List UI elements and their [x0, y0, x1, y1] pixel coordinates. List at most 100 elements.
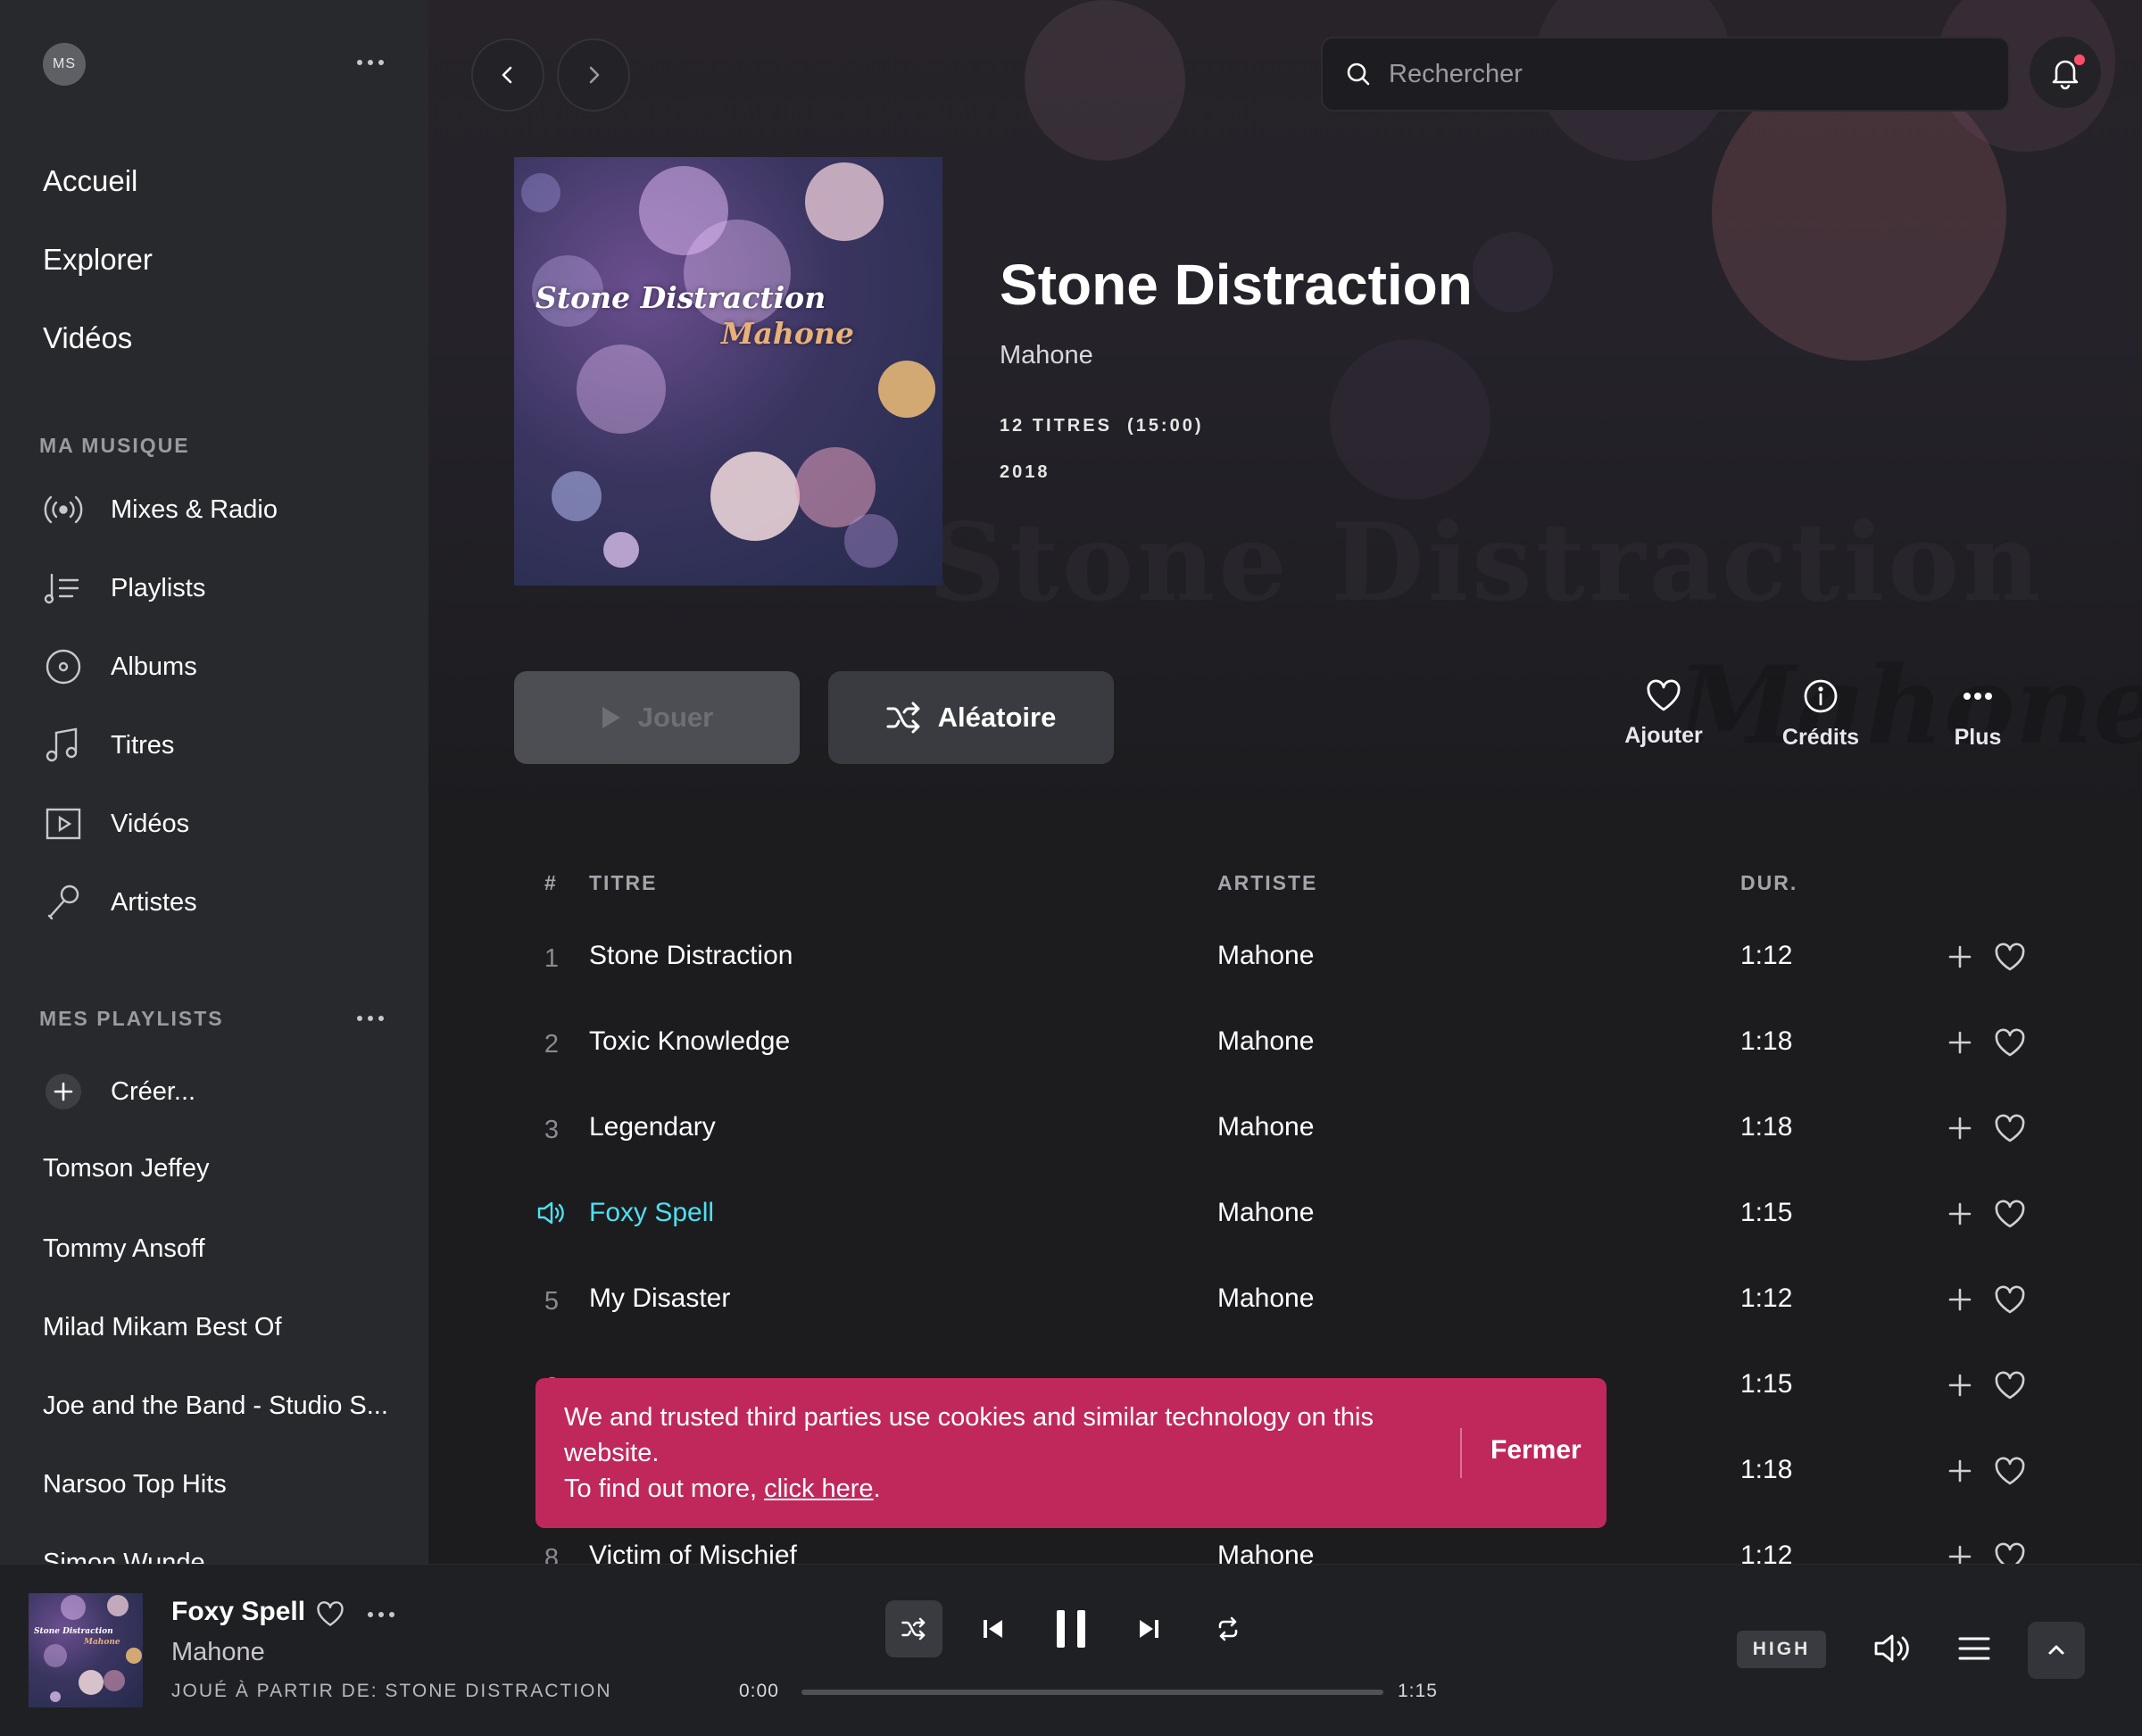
- playlists-more-icon[interactable]: [357, 1016, 384, 1021]
- playlist-item[interactable]: Tommy Ansoff: [43, 1234, 205, 1264]
- volume-button[interactable]: [1864, 1620, 1921, 1677]
- repeat-button[interactable]: [1200, 1600, 1257, 1657]
- add-track-icon[interactable]: [1942, 1110, 1978, 1146]
- cookie-text-line1: We and trusted third parties use cookies…: [564, 1403, 1374, 1467]
- add-track-icon[interactable]: [1942, 1196, 1978, 1232]
- track-artist[interactable]: Mahone: [1217, 1198, 1314, 1228]
- queue-list-icon: [1958, 1635, 1990, 1662]
- search-bar[interactable]: [1321, 37, 2010, 112]
- forward-button[interactable]: [557, 38, 630, 112]
- add-track-icon[interactable]: [1942, 1367, 1978, 1403]
- credits-button[interactable]: Crédits: [1758, 678, 1883, 751]
- now-playing-more-icon[interactable]: [368, 1612, 394, 1617]
- pause-button[interactable]: [1042, 1600, 1100, 1657]
- notifications-button[interactable]: [2030, 37, 2101, 108]
- track-row[interactable]: 3 Legendary Mahone 1:18: [514, 1085, 2049, 1171]
- sidebar-item-albums[interactable]: Albums: [43, 641, 400, 693]
- progress-bar[interactable]: [801, 1690, 1383, 1695]
- add-track-icon[interactable]: [1942, 1453, 1978, 1489]
- expand-player-button[interactable]: [2028, 1622, 2085, 1679]
- now-playing-heart-icon[interactable]: [316, 1600, 345, 1627]
- track-number: 5: [544, 1287, 560, 1316]
- favorite-track-icon[interactable]: [1992, 939, 2028, 975]
- track-row[interactable]: Foxy Spell Mahone 1:15: [514, 1171, 2049, 1257]
- now-playing-artist[interactable]: Mahone: [171, 1638, 265, 1667]
- chevron-right-icon: [580, 62, 607, 88]
- ghost-album-artist: Mahone: [1678, 643, 2142, 768]
- queue-button[interactable]: [1946, 1620, 2003, 1677]
- cookie-close-button[interactable]: Fermer: [1490, 1435, 1582, 1466]
- track-title[interactable]: Foxy Spell: [589, 1198, 714, 1228]
- track-row[interactable]: 1 Stone Distraction Mahone 1:12: [514, 914, 2049, 1000]
- favorite-track-icon[interactable]: [1992, 1110, 2028, 1146]
- bokeh-decoration: [1025, 0, 1185, 161]
- sidebar-item-label: Playlists: [111, 573, 206, 602]
- shuffle-button[interactable]: Aléatoire: [828, 671, 1114, 764]
- sidebar-item-playlists[interactable]: Playlists: [43, 562, 400, 614]
- create-playlist-button[interactable]: Créer...: [43, 1066, 400, 1117]
- add-track-icon[interactable]: [1942, 939, 1978, 975]
- previous-button[interactable]: [964, 1600, 1021, 1657]
- favorite-track-icon[interactable]: [1992, 1453, 2028, 1489]
- track-title[interactable]: My Disaster: [589, 1283, 730, 1314]
- shuffle-icon: [901, 1617, 926, 1640]
- album-cover[interactable]: Stone Distraction Mahone: [514, 157, 942, 586]
- track-title[interactable]: Legendary: [589, 1112, 716, 1142]
- track-artist[interactable]: Mahone: [1217, 941, 1314, 971]
- next-button[interactable]: [1121, 1600, 1178, 1657]
- favorite-track-icon[interactable]: [1992, 1025, 2028, 1060]
- playlist-item[interactable]: Simon Wunde...: [43, 1549, 227, 1564]
- track-artist[interactable]: Mahone: [1217, 1112, 1314, 1142]
- track-row[interactable]: 2 Toxic Knowledge Mahone 1:18: [514, 1000, 2049, 1085]
- sidebar-item-artists[interactable]: Artistes: [43, 876, 400, 928]
- sidebar-item-tracks[interactable]: Titres: [43, 719, 400, 771]
- nav-home[interactable]: Accueil: [43, 164, 137, 198]
- playlist-item[interactable]: Narsoo Top Hits: [43, 1470, 227, 1499]
- now-playing-cover[interactable]: Stone Distraction Mahone: [29, 1593, 143, 1707]
- now-playing-speaker-icon: [514, 1198, 589, 1226]
- now-playing-title[interactable]: Foxy Spell: [171, 1597, 305, 1627]
- account-more-icon[interactable]: [357, 60, 384, 65]
- add-to-favorites-button[interactable]: Ajouter: [1601, 678, 1726, 749]
- more-options-button[interactable]: Plus: [1915, 678, 2040, 751]
- column-header-artist[interactable]: ARTISTE: [1217, 871, 1317, 895]
- back-button[interactable]: [471, 38, 544, 112]
- avatar[interactable]: MS: [43, 43, 86, 86]
- add-track-icon[interactable]: [1942, 1025, 1978, 1060]
- sidebar-item-videos[interactable]: Vidéos: [43, 798, 400, 850]
- sidebar-item-mixes-radio[interactable]: Mixes & Radio: [43, 484, 400, 536]
- chevron-up-icon: [2045, 1639, 2068, 1662]
- player-shuffle-button[interactable]: [885, 1600, 942, 1657]
- search-input[interactable]: [1387, 58, 1926, 90]
- quality-badge[interactable]: HIGH: [1737, 1631, 1826, 1668]
- chevron-left-icon: [494, 62, 521, 88]
- cookie-text-prefix: To find out more,: [564, 1474, 765, 1503]
- play-button[interactable]: Jouer: [514, 671, 800, 764]
- favorite-track-icon[interactable]: [1992, 1282, 2028, 1317]
- track-row[interactable]: 5 My Disaster Mahone 1:12: [514, 1257, 2049, 1342]
- info-icon: [1803, 678, 1839, 714]
- nav-videos[interactable]: Vidéos: [43, 321, 132, 355]
- current-time: 0:00: [739, 1681, 779, 1701]
- column-header-duration[interactable]: DUR.: [1740, 871, 1797, 895]
- track-title[interactable]: Toxic Knowledge: [589, 1026, 790, 1057]
- track-artist[interactable]: Mahone: [1217, 1283, 1314, 1314]
- add-track-icon[interactable]: [1942, 1282, 1978, 1317]
- play-label: Jouer: [637, 702, 714, 733]
- favorite-track-icon[interactable]: [1992, 1367, 2028, 1403]
- cookie-more-link[interactable]: click here: [764, 1474, 874, 1503]
- sidebar: MS Accueil Explorer Vidéos MA MUSIQUE Mi…: [0, 0, 428, 1564]
- playlist-item[interactable]: Tomson Jeffey: [43, 1154, 209, 1184]
- playlist-item[interactable]: Joe and the Band - Studio S...: [43, 1391, 388, 1421]
- album-artist-link[interactable]: Mahone: [1000, 341, 1093, 370]
- nav-explore[interactable]: Explorer: [43, 243, 153, 277]
- track-artist[interactable]: Mahone: [1217, 1026, 1314, 1057]
- now-playing-source[interactable]: JOUÉ À PARTIR DE: STONE DISTRACTION: [171, 1681, 612, 1702]
- column-header-title[interactable]: TITRE: [589, 871, 657, 895]
- sidebar-item-label: Mixes & Radio: [111, 494, 278, 524]
- track-title[interactable]: Stone Distraction: [589, 941, 793, 971]
- track-duration: 1:15: [1740, 1198, 1793, 1227]
- favorite-track-icon[interactable]: [1992, 1196, 2028, 1232]
- playlist-item[interactable]: Milad Mikam Best Of: [43, 1313, 282, 1342]
- cookie-text-suffix: .: [873, 1474, 881, 1503]
